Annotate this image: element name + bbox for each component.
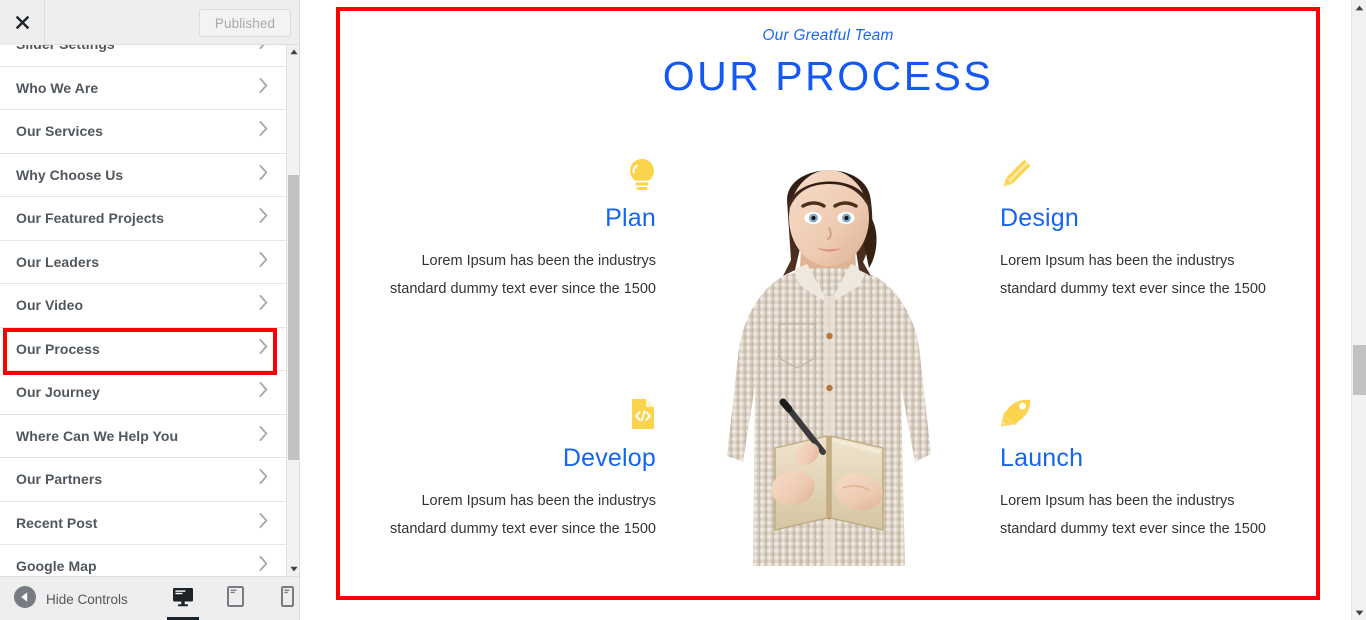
site-preview-area: Our Greatful Team OUR PROCESS Plan Lorem… xyxy=(301,0,1366,620)
feature-description: Lorem Ipsum has been the industrys stand… xyxy=(366,247,656,303)
chevron-right-icon xyxy=(259,164,268,185)
sidebar-item-recent-post[interactable]: Recent Post xyxy=(0,501,286,545)
sidebar-item-label: Our Video xyxy=(16,297,84,314)
desktop-icon xyxy=(172,587,194,612)
feature-desc-line-1: Lorem Ipsum has been the industrys xyxy=(421,253,656,269)
sidebar-item-our-journey[interactable]: Our Journey xyxy=(0,371,286,415)
browser-scrollbar[interactable] xyxy=(1351,0,1366,620)
chevron-right-icon xyxy=(259,512,268,533)
sidebar-scrollbar-thumb[interactable] xyxy=(288,175,299,460)
chevron-right-icon xyxy=(259,121,268,142)
customizer-panel-list-inner: Slider Settings Who We Are Our Services Why… xyxy=(0,45,286,576)
chevron-right-icon xyxy=(259,45,268,55)
feature-develop: Develop Lorem Ipsum has been the industr… xyxy=(366,398,656,543)
customizer-sidebar: Published Slider Settings Who We Are Our S… xyxy=(0,0,300,620)
chevron-right-icon xyxy=(259,382,268,403)
chevron-right-icon xyxy=(259,425,268,446)
pencil-icon xyxy=(1000,158,1290,198)
feature-desc-line-1: Lorem Ipsum has been the industrys xyxy=(1000,493,1235,509)
feature-title: Design xyxy=(1000,204,1080,232)
device-preview-buttons xyxy=(167,577,299,620)
feature-description: Lorem Ipsum has been the industrys stand… xyxy=(1000,247,1290,303)
feature-design: Design Lorem Ipsum has been the industry… xyxy=(1000,158,1290,303)
sidebar-item-our-featured-projects[interactable]: Our Featured Projects xyxy=(0,197,286,241)
rocket-icon xyxy=(1000,398,1290,438)
our-process-section-highlight: Our Greatful Team OUR PROCESS Plan Lorem… xyxy=(336,7,1320,600)
sidebar-item-our-leaders[interactable]: Our Leaders xyxy=(0,240,286,284)
feature-desc-line-2: standard dummy text ever since the 1500 xyxy=(390,281,656,297)
chevron-right-icon xyxy=(259,556,268,576)
sidebar-item-label: Why Choose Us xyxy=(16,166,124,183)
scroll-up-arrow-icon[interactable] xyxy=(287,45,299,59)
chevron-right-icon xyxy=(259,295,268,316)
sidebar-item-label: Our Process xyxy=(16,340,100,357)
feature-title: Launch xyxy=(1000,444,1084,472)
tablet-icon xyxy=(226,586,244,612)
sidebar-item-why-choose-us[interactable]: Why Choose Us xyxy=(0,153,286,197)
section-header: Our Greatful Team OUR PROCESS xyxy=(340,11,1316,100)
browser-scrollbar-thumb[interactable] xyxy=(1353,345,1366,395)
code-file-icon xyxy=(366,398,656,438)
chevron-right-icon xyxy=(259,251,268,272)
tablet-preview-button[interactable] xyxy=(222,577,248,620)
sidebar-item-where-can-we-help-you[interactable]: Where Can We Help You xyxy=(0,414,286,458)
hide-controls-button[interactable]: Hide Controls xyxy=(14,577,128,620)
sidebar-item-label: Slider Settings xyxy=(16,45,115,52)
customizer-header: Published xyxy=(0,0,299,45)
hide-controls-label: Hide Controls xyxy=(46,591,128,607)
page-title: OUR PROCESS xyxy=(662,53,994,99)
feature-plan: Plan Lorem Ipsum has been the industrys … xyxy=(366,158,656,303)
feature-desc-line-2: standard dummy text ever since the 1500 xyxy=(1000,521,1266,537)
browser-scroll-down-arrow-icon[interactable] xyxy=(1352,605,1366,620)
chevron-right-icon xyxy=(259,338,268,359)
sidebar-item-google-map[interactable]: Google Map xyxy=(0,545,286,576)
sidebar-item-label: Our Featured Projects xyxy=(16,210,165,227)
feature-description: Lorem Ipsum has been the industrys stand… xyxy=(1000,487,1290,543)
feature-desc-line-2: standard dummy text ever since the 1500 xyxy=(1000,281,1266,297)
feature-title: Plan xyxy=(605,204,656,232)
mobile-preview-button[interactable] xyxy=(274,577,299,620)
sidebar-item-our-partners[interactable]: Our Partners xyxy=(0,458,286,502)
sidebar-item-our-process[interactable]: Our Process xyxy=(0,327,286,371)
sidebar-scrollbar[interactable] xyxy=(286,45,299,576)
feature-desc-line-1: Lorem Ipsum has been the industrys xyxy=(421,493,656,509)
feature-title: Develop xyxy=(562,444,656,472)
collapse-left-circle-icon xyxy=(14,585,36,613)
close-icon[interactable] xyxy=(0,0,45,45)
section-subtitle: Our Greatful Team xyxy=(762,27,894,44)
lightbulb-icon xyxy=(366,158,656,198)
sidebar-item-label: Recent Post xyxy=(16,514,98,531)
sidebar-item-label: Our Journey xyxy=(16,384,100,401)
sidebar-item-who-we-are[interactable]: Who We Are xyxy=(0,66,286,110)
chevron-right-icon xyxy=(259,469,268,490)
chevron-right-icon xyxy=(259,208,268,229)
publish-button[interactable]: Published xyxy=(199,9,291,37)
sidebar-item-label: Who We Are xyxy=(16,79,99,96)
sidebar-item-label: Our Partners xyxy=(16,471,103,488)
customizer-footer: Hide Controls xyxy=(0,576,299,620)
sidebar-item-label: Our Services xyxy=(16,123,103,140)
process-grid: Plan Lorem Ipsum has been the industrys … xyxy=(340,136,1316,596)
sidebar-item-our-services[interactable]: Our Services xyxy=(0,110,286,154)
sidebar-item-label: Where Can We Help You xyxy=(16,427,179,444)
scroll-down-arrow-icon[interactable] xyxy=(287,562,299,576)
feature-description: Lorem Ipsum has been the industrys stand… xyxy=(366,487,656,543)
customizer-panel-list: Slider Settings Who We Are Our Services Why… xyxy=(0,45,286,576)
feature-desc-line-1: Lorem Ipsum has been the industrys xyxy=(1000,253,1235,269)
feature-desc-line-2: standard dummy text ever since the 1500 xyxy=(390,521,656,537)
mobile-icon xyxy=(280,586,294,612)
sidebar-item-label: Google Map xyxy=(16,558,97,575)
sidebar-item-label: Our Leaders xyxy=(16,253,100,270)
woman-with-notebook-photo xyxy=(683,136,973,576)
sidebar-item-our-video[interactable]: Our Video xyxy=(0,284,286,328)
desktop-preview-button[interactable] xyxy=(167,577,199,620)
customizer-app: Published Slider Settings Who We Are Our S… xyxy=(0,0,1366,620)
sidebar-item-slider-settings[interactable]: Slider Settings xyxy=(0,45,286,67)
feature-launch: Launch Lorem Ipsum has been the industry… xyxy=(1000,398,1290,543)
browser-scroll-up-arrow-icon[interactable] xyxy=(1352,0,1366,15)
chevron-right-icon xyxy=(259,77,268,98)
